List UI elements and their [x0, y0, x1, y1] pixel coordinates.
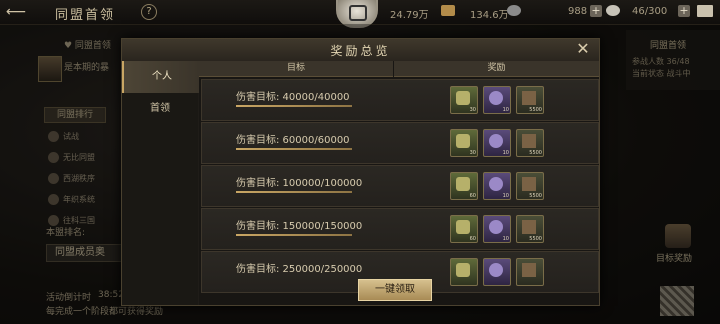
dialog-title: 奖励总览: [330, 44, 391, 58]
reward-item-icon[interactable]: 30: [450, 129, 478, 157]
resource-food: 24.79万: [390, 10, 429, 21]
reward-item-icon[interactable]: [450, 258, 478, 286]
coin-icon: [507, 5, 521, 16]
damage-target-label: 伤害目标: 40000/40000: [236, 92, 350, 103]
progress-bar: [236, 148, 352, 150]
tab-leader[interactable]: 首领: [122, 93, 198, 125]
table-row: 伤害目标: 150000/150000 60 10 5500: [201, 208, 599, 250]
tab-personal[interactable]: 个人: [122, 61, 200, 93]
damage-target-label: 伤害目标: 150000/150000: [236, 221, 363, 232]
token-icon: [606, 5, 620, 16]
help-icon[interactable]: ?: [141, 4, 157, 20]
tab-list: 个人 首领: [122, 61, 200, 305]
reward-item-icon[interactable]: 5500: [516, 172, 544, 200]
reward-table: 目标 奖励 伤害目标: 40000/40000 30 10 5500 伤害目标:…: [199, 61, 599, 305]
reward-overview-dialog: 奖励总览 ✕ 个人 首领 目标 奖励 伤害目标: 40000/40000 30 …: [121, 38, 600, 306]
table-row: 伤害目标: 40000/40000 30 10 5500: [201, 79, 599, 121]
reward-item-icon[interactable]: 5500: [516, 215, 544, 243]
column-header-reward: 奖励: [394, 61, 599, 77]
add-stamina-button[interactable]: +: [678, 5, 690, 17]
reward-item-icon[interactable]: 10: [483, 215, 511, 243]
resource-wood: 134.6万: [470, 10, 509, 21]
column-header-target: 目标: [199, 61, 393, 77]
reward-item-icon[interactable]: 60: [450, 215, 478, 243]
reward-item-icon[interactable]: [516, 258, 544, 286]
resource-gold: 988: [568, 6, 588, 17]
top-bar: ⟵ 同盟首领 ? 24.79万 134.6万 988 + 46/300 +: [0, 0, 720, 28]
reward-item-icon[interactable]: 10: [483, 86, 511, 114]
back-arrow-icon[interactable]: ⟵: [6, 3, 46, 21]
progress-bar: [236, 105, 352, 107]
reward-item-icon[interactable]: 5500: [516, 86, 544, 114]
reward-item-icon[interactable]: 10: [483, 172, 511, 200]
table-row: 伤害目标: 100000/100000 60 10 5500: [201, 165, 599, 207]
reward-item-icon[interactable]: [483, 258, 511, 286]
resource-stamina: 46/300: [632, 6, 668, 17]
reward-item-icon[interactable]: 10: [483, 129, 511, 157]
claim-all-button[interactable]: 一键领取: [358, 279, 432, 301]
wood-icon: [441, 5, 455, 16]
damage-target-label: 伤害目标: 100000/100000: [236, 178, 363, 189]
page-title: 同盟首领: [55, 8, 116, 23]
mail-icon[interactable]: [697, 5, 713, 17]
reward-item-icon[interactable]: 60: [450, 172, 478, 200]
progress-bar: [236, 191, 352, 193]
damage-target-label: 伤害目标: 250000/250000: [236, 264, 363, 275]
progress-bar: [236, 234, 352, 236]
reward-item-icon[interactable]: 30: [450, 86, 478, 114]
reward-item-icon[interactable]: 5500: [516, 129, 544, 157]
dialog-header: 奖励总览 ✕: [122, 39, 599, 62]
close-icon[interactable]: ✕: [574, 40, 592, 58]
add-gold-button[interactable]: +: [590, 5, 602, 17]
damage-target-label: 伤害目标: 60000/60000: [236, 135, 350, 146]
table-row: 伤害目标: 60000/60000 30 10 5500: [201, 122, 599, 164]
